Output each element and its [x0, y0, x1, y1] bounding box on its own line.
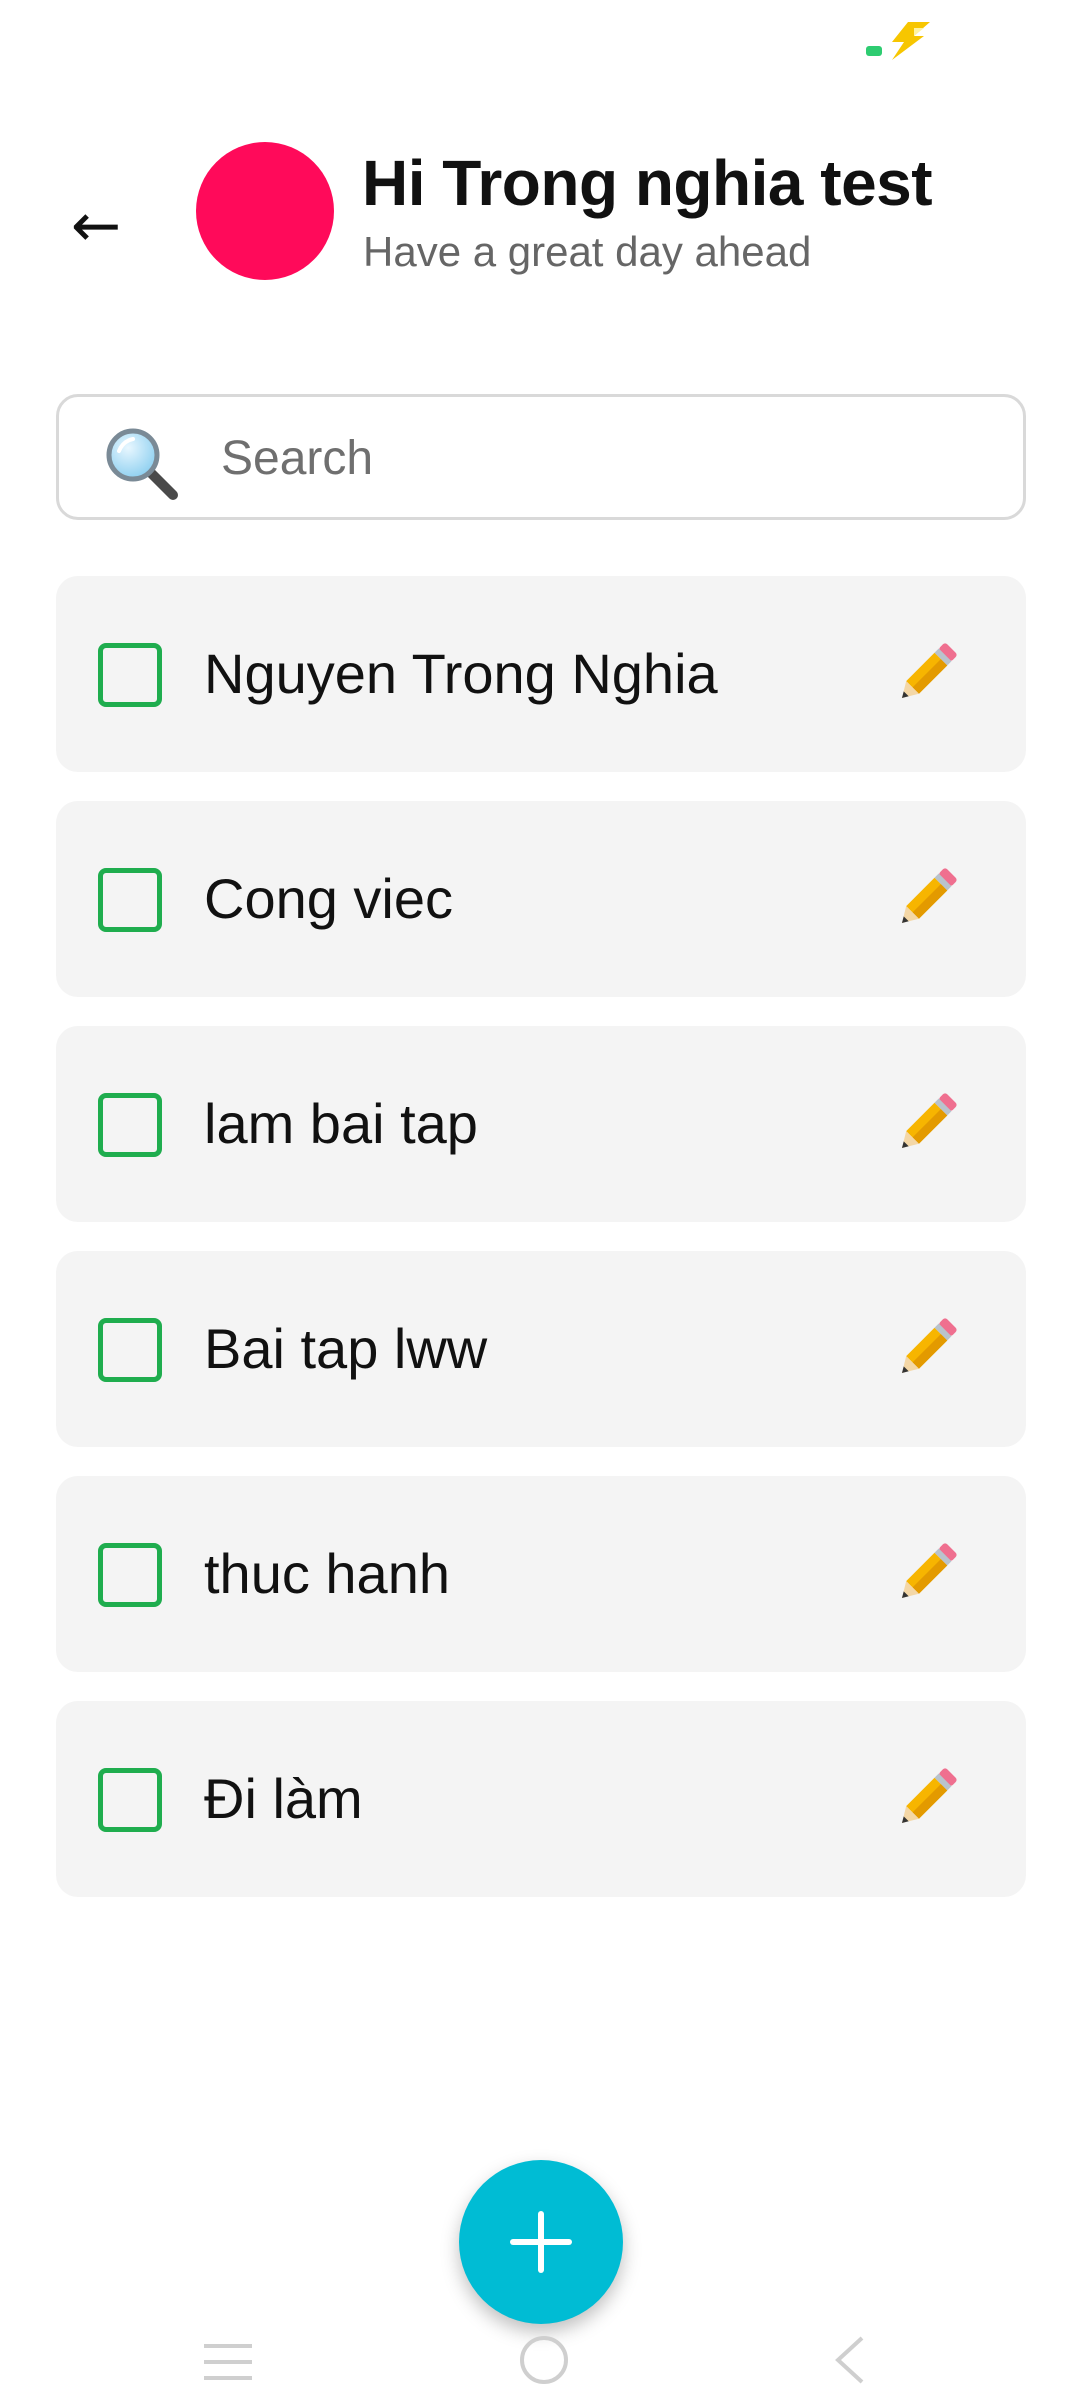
- pencil-icon[interactable]: [886, 1084, 966, 1164]
- home-circle-icon[interactable]: [518, 2334, 570, 2386]
- todo-label: Nguyen Trong Nghia: [204, 642, 718, 705]
- greeting-title: Hi Trong nghia test: [362, 147, 933, 219]
- pencil-icon[interactable]: [886, 1309, 966, 1389]
- todo-checkbox[interactable]: [98, 643, 162, 707]
- todo-label: Đi làm: [204, 1767, 363, 1830]
- todo-item[interactable]: lam bai tap: [56, 1026, 1026, 1222]
- pencil-icon[interactable]: [886, 1534, 966, 1614]
- todo-list: Nguyen Trong Nghia Cong viec lam bai tap…: [56, 576, 1026, 1926]
- search-input[interactable]: [219, 417, 1003, 499]
- magnifier-icon: [106, 428, 178, 500]
- todo-item[interactable]: Đi làm: [56, 1701, 1026, 1897]
- battery-level-icon: [866, 46, 882, 56]
- todo-item[interactable]: Cong viec: [56, 801, 1026, 997]
- todo-checkbox[interactable]: [98, 1768, 162, 1832]
- back-button[interactable]: ←: [56, 186, 136, 266]
- arrow-left-icon: ←: [70, 191, 122, 261]
- status-bar: [0, 0, 1080, 100]
- pencil-icon[interactable]: [886, 859, 966, 939]
- todo-label: lam bai tap: [204, 1092, 478, 1155]
- charging-bolt-icon: [892, 22, 930, 60]
- todo-label: thuc hanh: [204, 1542, 450, 1605]
- pencil-icon[interactable]: [886, 1759, 966, 1839]
- plus-icon: [510, 2211, 572, 2273]
- todo-checkbox[interactable]: [98, 868, 162, 932]
- todo-label: Cong viec: [204, 867, 454, 930]
- system-nav-bar: [0, 2300, 1080, 2400]
- avatar: [196, 142, 334, 280]
- todo-checkbox[interactable]: [98, 1093, 162, 1157]
- todo-item[interactable]: Bai tap lww: [56, 1251, 1026, 1447]
- app-screen: ← Hi Trong nghia test Have a great day a…: [0, 0, 1080, 2400]
- todo-label: Bai tap lww: [204, 1317, 488, 1380]
- todo-checkbox[interactable]: [98, 1318, 162, 1382]
- todo-checkbox[interactable]: [98, 1543, 162, 1607]
- todo-item[interactable]: thuc hanh: [56, 1476, 1026, 1672]
- search-bar[interactable]: [56, 394, 1026, 520]
- menu-lines-icon[interactable]: [202, 2342, 254, 2382]
- greeting-subtitle: Have a great day ahead: [363, 228, 812, 275]
- back-chevron-icon[interactable]: [832, 2334, 866, 2386]
- todo-item[interactable]: Nguyen Trong Nghia: [56, 576, 1026, 772]
- pencil-icon[interactable]: [886, 634, 966, 714]
